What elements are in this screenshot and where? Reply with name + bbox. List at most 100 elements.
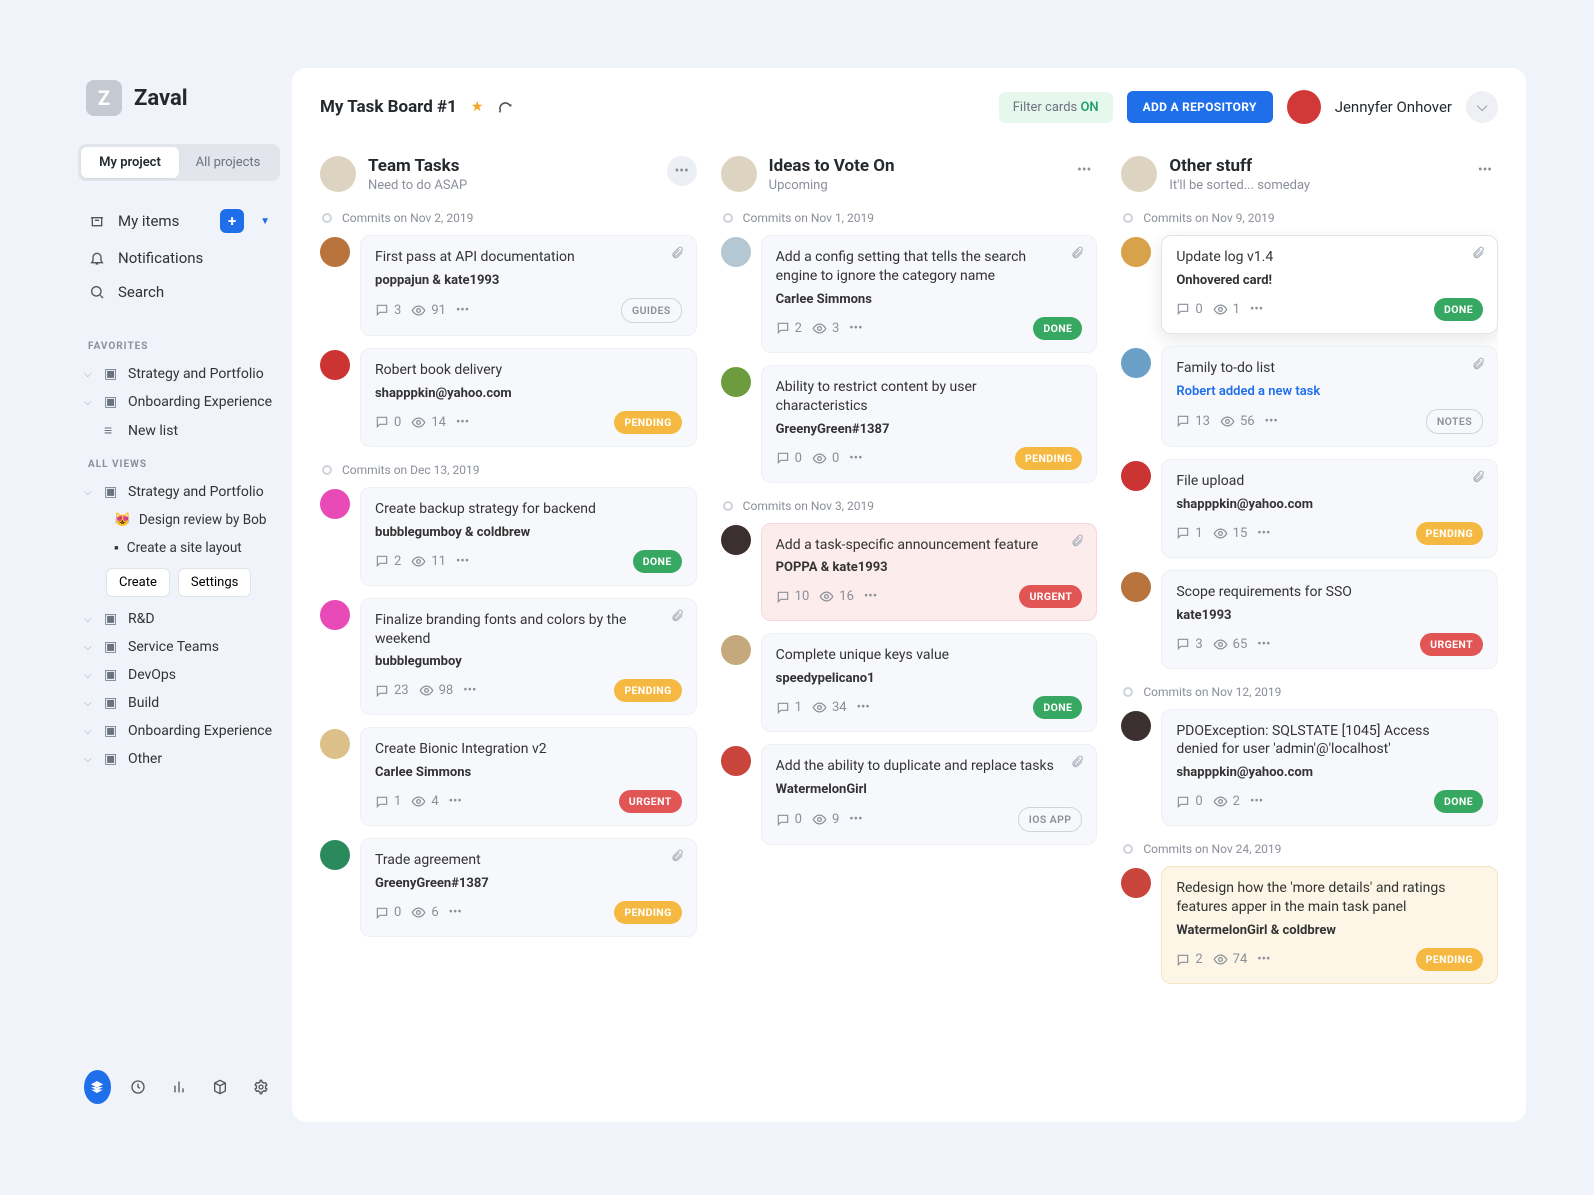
card-more-icon[interactable]: ••• xyxy=(1257,952,1270,967)
user-avatar[interactable] xyxy=(1287,90,1321,124)
comment-count[interactable]: 2 xyxy=(776,321,802,336)
comment-count[interactable]: 0 xyxy=(1176,302,1202,317)
task-card[interactable]: Ability to restrict content by user char… xyxy=(761,365,1098,483)
card-meta: 3 65 ••• URGENT xyxy=(1176,633,1483,656)
task-card[interactable]: PDOException: SQLSTATE [1045] Access den… xyxy=(1161,709,1498,827)
add-repository-button[interactable]: ADD A REPOSITORY xyxy=(1127,91,1273,123)
chart-icon[interactable] xyxy=(166,1070,193,1104)
view-count: 9 xyxy=(812,812,839,827)
comment-count[interactable]: 0 xyxy=(375,415,401,430)
task-card[interactable]: Add a config setting that tells the sear… xyxy=(761,235,1098,353)
card-more-icon[interactable]: ••• xyxy=(849,451,862,466)
column-menu-button[interactable]: ••• xyxy=(1071,156,1097,184)
card-more-icon[interactable]: ••• xyxy=(456,303,469,318)
card-more-icon[interactable]: ••• xyxy=(849,321,862,336)
task-card[interactable]: Finalize branding fonts and colors by th… xyxy=(360,598,697,716)
sidebar-item-onboarding-experience-2[interactable]: ⌵▣Onboarding Experience xyxy=(78,717,280,745)
card-more-icon[interactable]: ••• xyxy=(1265,414,1278,429)
archive-icon xyxy=(88,212,106,230)
sidebar-item-rd[interactable]: ⌵▣R&D xyxy=(78,605,280,633)
comment-count[interactable]: 3 xyxy=(1176,637,1202,652)
add-item-button[interactable]: + xyxy=(220,209,244,233)
sidebar-item-other[interactable]: ⌵▣Other xyxy=(78,745,280,773)
comment-count[interactable]: 13 xyxy=(1176,414,1210,429)
card-more-icon[interactable]: ••• xyxy=(1257,526,1270,541)
task-card[interactable]: Add a task-specific announcement feature… xyxy=(761,523,1098,622)
task-entry: First pass at API documentation poppajun… xyxy=(320,235,697,336)
comment-count[interactable]: 3 xyxy=(375,303,401,318)
gear-icon[interactable] xyxy=(247,1070,274,1104)
task-card[interactable]: Scope requirements for SSO kate1993 3 65… xyxy=(1161,570,1498,669)
sidebar-item-design-review[interactable]: 😻Design review by Bob xyxy=(114,506,280,534)
task-card[interactable]: Redesign how the 'more details' and rati… xyxy=(1161,866,1498,984)
sidebar-item-build[interactable]: ⌵▣Build xyxy=(78,689,280,717)
create-button[interactable]: Create xyxy=(106,568,170,597)
task-card[interactable]: Create backup strategy for backend bubbl… xyxy=(360,487,697,586)
sidebar-item-service-teams[interactable]: ⌵▣Service Teams xyxy=(78,633,280,661)
author-avatar xyxy=(721,635,751,665)
filter-cards-toggle[interactable]: Filter cards ON xyxy=(999,92,1113,123)
nav-notifications[interactable]: Notifications xyxy=(78,241,280,275)
card-more-icon[interactable]: ••• xyxy=(864,589,877,604)
sidebar-item-devops[interactable]: ⌵▣DevOps xyxy=(78,661,280,689)
card-more-icon[interactable]: ••• xyxy=(449,905,462,920)
task-card[interactable]: Update log v1.4 Onhovered card! 0 1 ••• … xyxy=(1161,235,1498,334)
column-menu-button[interactable]: ••• xyxy=(667,156,697,186)
sidebar-item-strategy-portfolio-2[interactable]: ⌵▣Strategy and Portfolio xyxy=(78,478,280,506)
comment-count[interactable]: 1 xyxy=(776,700,802,715)
task-card[interactable]: Trade agreement GreenyGreen#1387 0 6 •••… xyxy=(360,838,697,937)
comment-count[interactable]: 10 xyxy=(776,589,810,604)
settings-button[interactable]: Settings xyxy=(178,568,251,597)
tab-my-project[interactable]: My project xyxy=(81,147,179,178)
nav-my-items[interactable]: My items + ▼ xyxy=(78,201,280,241)
card-more-icon[interactable]: ••• xyxy=(857,700,870,715)
card-more-icon[interactable]: ••• xyxy=(456,554,469,569)
comment-count[interactable]: 1 xyxy=(375,794,401,809)
sidebar-item-new-list[interactable]: ≡New list xyxy=(78,416,280,445)
comment-count[interactable]: 0 xyxy=(776,812,802,827)
card-more-icon[interactable]: ••• xyxy=(849,812,862,827)
task-card[interactable]: File upload shapppkin@yahoo.com 1 15 •••… xyxy=(1161,459,1498,558)
task-card[interactable]: Create Bionic Integration v2 Carlee Simm… xyxy=(360,727,697,826)
task-card[interactable]: Robert book delivery shapppkin@yahoo.com… xyxy=(360,348,697,447)
clock-icon[interactable] xyxy=(125,1070,152,1104)
layers-icon[interactable] xyxy=(84,1070,111,1104)
comment-count[interactable]: 2 xyxy=(375,554,401,569)
comment-count[interactable]: 23 xyxy=(375,683,409,698)
refresh-icon[interactable] xyxy=(497,99,513,115)
sidebar-item-site-layout[interactable]: ▪Create a site layout xyxy=(114,534,280,562)
task-card[interactable]: Add the ability to duplicate and replace… xyxy=(761,744,1098,845)
comment-count[interactable]: 2 xyxy=(1176,952,1202,967)
cube-icon[interactable] xyxy=(206,1070,233,1104)
card-link[interactable]: Robert added a new task xyxy=(1176,384,1483,399)
card-more-icon[interactable]: ••• xyxy=(1250,302,1263,317)
column-menu-button[interactable]: ••• xyxy=(1472,156,1498,184)
column-header: Team Tasks Need to do ASAP ••• xyxy=(320,156,697,193)
task-card[interactable]: Family to-do list Robert added a new tas… xyxy=(1161,346,1498,447)
tab-all-projects[interactable]: All projects xyxy=(179,147,277,178)
commit-date-label: Commits on Dec 13, 2019 xyxy=(320,459,697,487)
sidebar-item-onboarding-experience[interactable]: ⌵▣Onboarding Experience xyxy=(78,388,280,416)
comment-count[interactable]: 1 xyxy=(1176,526,1202,541)
sidebar-item-strategy-portfolio[interactable]: ⌵▣Strategy and Portfolio xyxy=(78,360,280,388)
task-card[interactable]: Complete unique keys value speedypelican… xyxy=(761,633,1098,732)
user-menu-chevron-icon[interactable]: ⌵ xyxy=(1466,91,1498,123)
comment-count[interactable]: 0 xyxy=(375,905,401,920)
card-more-icon[interactable]: ••• xyxy=(456,415,469,430)
commit-date-text: Commits on Nov 12, 2019 xyxy=(1143,685,1281,699)
card-more-icon[interactable]: ••• xyxy=(463,683,476,698)
task-card[interactable]: First pass at API documentation poppajun… xyxy=(360,235,697,336)
card-more-icon[interactable]: ••• xyxy=(1257,637,1270,652)
add-dropdown-caret-icon[interactable]: ▼ xyxy=(260,216,270,227)
comment-count[interactable]: 0 xyxy=(776,451,802,466)
commit-date-text: Commits on Nov 3, 2019 xyxy=(743,499,874,513)
attachment-icon xyxy=(1471,357,1485,371)
author-avatar xyxy=(320,840,350,870)
comment-count[interactable]: 0 xyxy=(1176,794,1202,809)
favorites-heading: FAVORITES xyxy=(78,333,280,360)
card-more-icon[interactable]: ••• xyxy=(1250,794,1263,809)
card-more-icon[interactable]: ••• xyxy=(449,794,462,809)
task-entry: Scope requirements for SSO kate1993 3 65… xyxy=(1121,570,1498,669)
nav-search[interactable]: Search xyxy=(78,275,280,309)
star-icon[interactable]: ★ xyxy=(471,99,484,115)
